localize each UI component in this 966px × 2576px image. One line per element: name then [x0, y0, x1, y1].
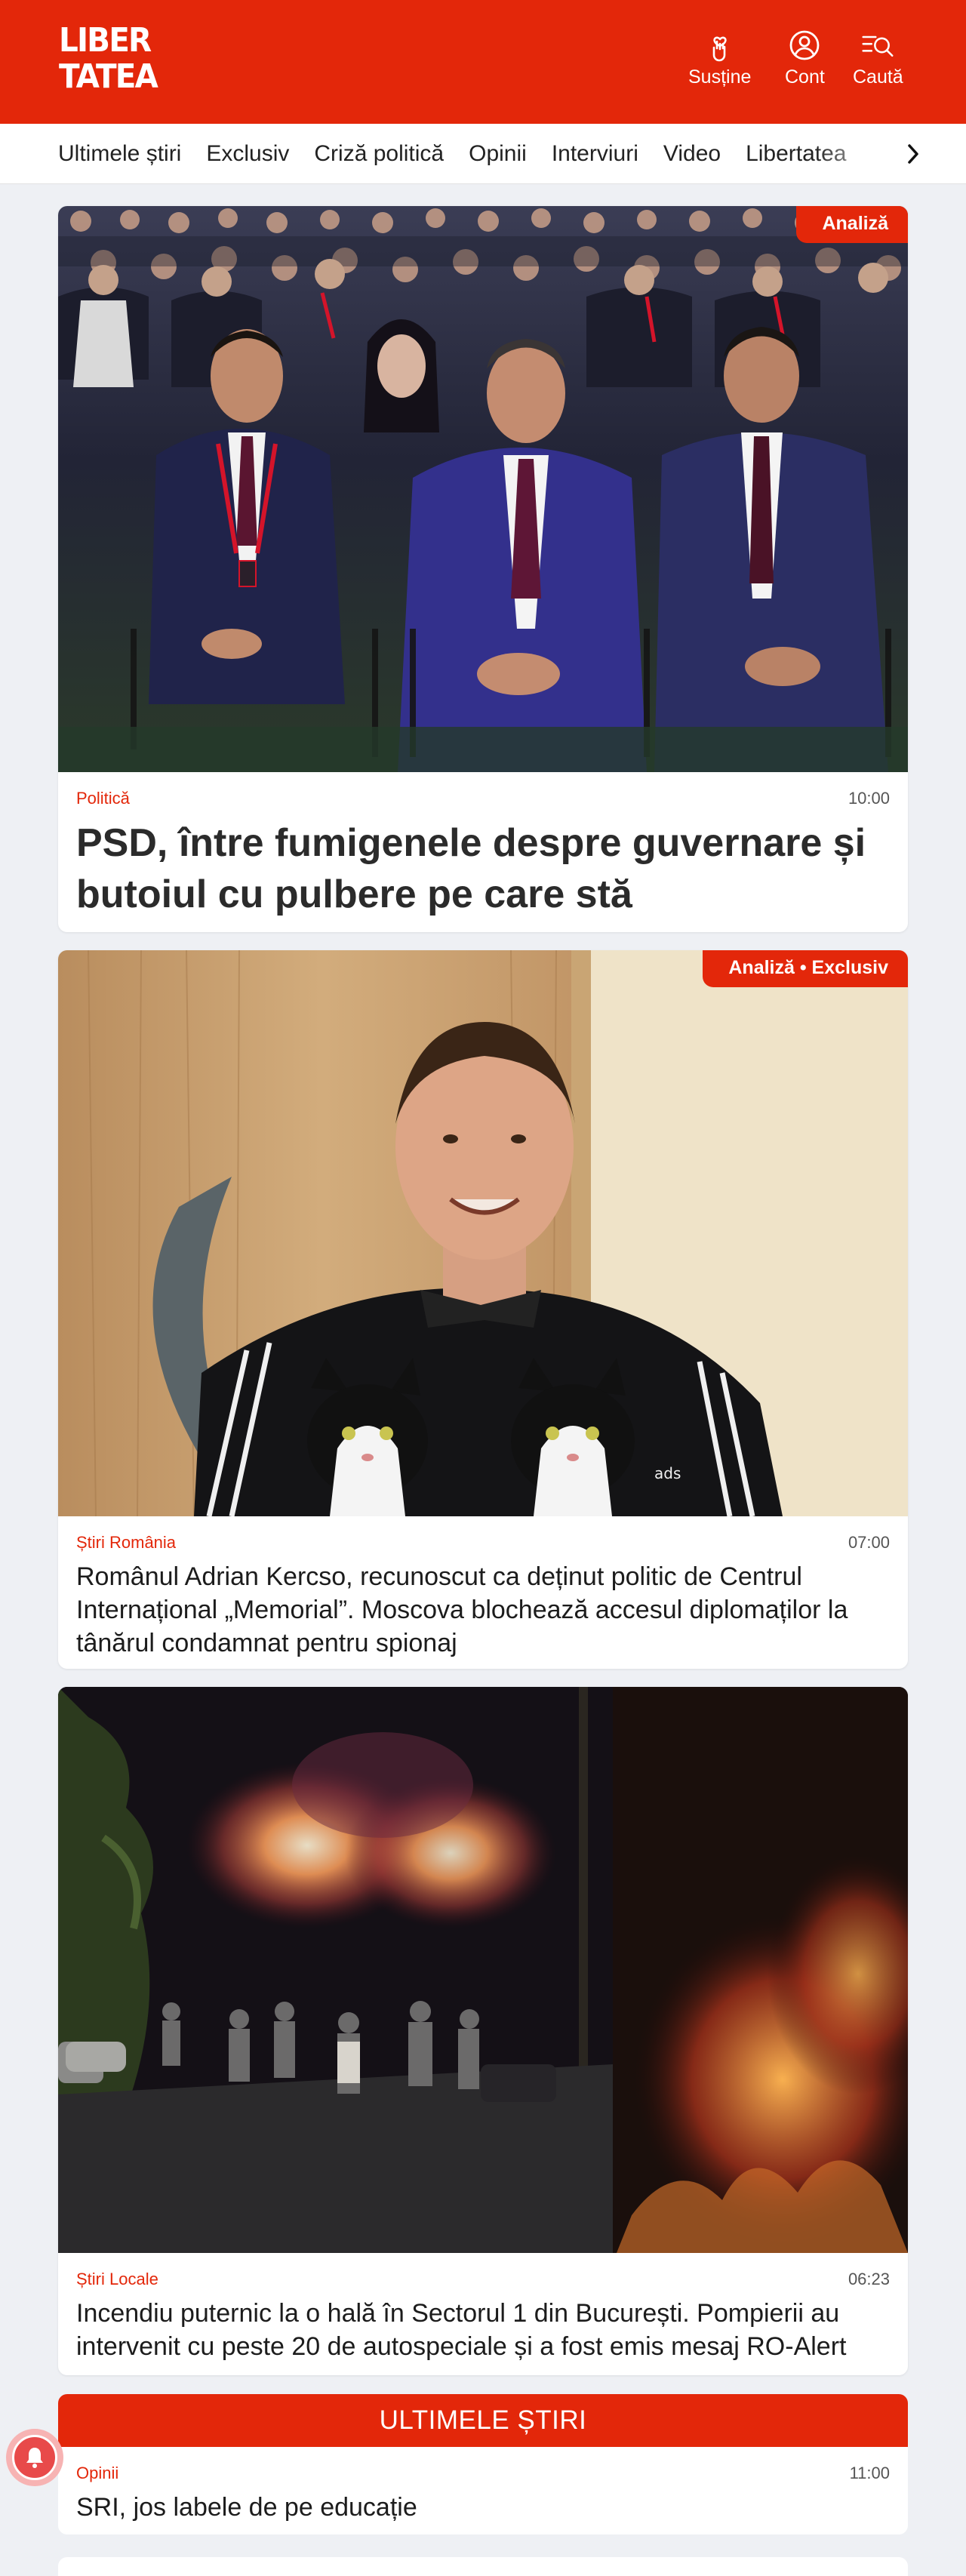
article-image	[58, 1687, 908, 2253]
latest-item-title[interactable]: SRI, jos labele de pe educație	[58, 2491, 908, 2524]
nav-item-video[interactable]: Video	[663, 141, 721, 167]
chevron-right-icon	[908, 144, 918, 164]
latest-item-time: 11:00	[849, 2464, 890, 2482]
article-badge: Analiză • Exclusiv	[703, 950, 908, 987]
logo-line-1: LIBER	[59, 21, 152, 60]
account-label: Cont	[785, 66, 825, 88]
account-button[interactable]: Cont	[785, 29, 825, 92]
fire-night-photo	[58, 1687, 908, 2253]
article-card-featured[interactable]: Analiză Politică 10:00 PSD, între fumige…	[58, 206, 908, 932]
article-card[interactable]: ads Analiză • Exclusiv Știri România 07:…	[58, 950, 908, 1669]
hand-heart-icon	[703, 29, 737, 62]
svg-text:ads: ads	[654, 1464, 681, 1482]
search-label: Caută	[853, 66, 903, 88]
article-image: ads Analiză • Exclusiv	[58, 950, 908, 1516]
search-icon	[861, 29, 894, 62]
article-category[interactable]: Știri Locale	[76, 2270, 158, 2289]
man-with-kittens-photo: ads	[58, 950, 908, 1516]
article-badge: Analiză	[796, 206, 908, 243]
support-button[interactable]: Susține	[688, 29, 751, 92]
article-time: 10:00	[848, 789, 890, 808]
article-title[interactable]: Românul Adrian Kercso, recunoscut ca deț…	[58, 1560, 908, 1660]
audience-photo	[58, 206, 908, 772]
user-icon	[788, 29, 821, 62]
article-time: 06:23	[848, 2270, 890, 2288]
category-nav-list: Ultimele știri Exclusiv Criză politică O…	[58, 124, 872, 183]
nav-scroll-right[interactable]	[891, 124, 966, 183]
article-meta: Politică 10:00	[58, 789, 908, 808]
bell-icon	[12, 2435, 57, 2480]
latest-item-category[interactable]: Opinii	[76, 2464, 118, 2483]
site-logo[interactable]: LIBER TATEA	[59, 21, 158, 101]
article-time: 07:00	[848, 1533, 890, 1552]
site-header: LIBER TATEA Susține Cont Caută	[0, 0, 966, 124]
notification-bell-button[interactable]	[6, 2429, 63, 2486]
nav-item-political-crisis[interactable]: Criză politică	[314, 141, 444, 167]
nav-item-interviews[interactable]: Interviuri	[552, 141, 638, 167]
support-label: Susține	[688, 66, 752, 88]
article-title[interactable]: Incendiu puternic la o hală în Sectorul …	[58, 2297, 908, 2363]
latest-news-item[interactable]: Opinii 11:00 SRI, jos labele de pe educa…	[58, 2447, 908, 2534]
next-card	[58, 2557, 908, 2576]
article-title[interactable]: PSD, între fumigenele despre guvernare ș…	[58, 817, 908, 920]
search-button[interactable]: Caută	[853, 29, 903, 92]
article-card[interactable]: Știri Locale 06:23 Incendiu puternic la …	[58, 1687, 908, 2375]
latest-news-heading[interactable]: ULTIMELE ȘTIRI	[58, 2394, 908, 2447]
nav-item-latest[interactable]: Ultimele știri	[58, 141, 181, 167]
latest-item-meta: Opinii 11:00	[58, 2447, 908, 2483]
nav-item-opinions[interactable]: Opinii	[469, 141, 527, 167]
article-category[interactable]: Politică	[76, 789, 130, 808]
category-nav: Ultimele știri Exclusiv Criză politică O…	[0, 124, 966, 184]
article-image: Analiză	[58, 206, 908, 772]
article-category[interactable]: Știri România	[76, 1533, 176, 1553]
article-meta: Știri România 07:00	[58, 1533, 908, 1553]
logo-line-2: TATEA	[59, 57, 158, 96]
nav-item-exclusive[interactable]: Exclusiv	[206, 141, 289, 167]
article-meta: Știri Locale 06:23	[58, 2270, 908, 2289]
